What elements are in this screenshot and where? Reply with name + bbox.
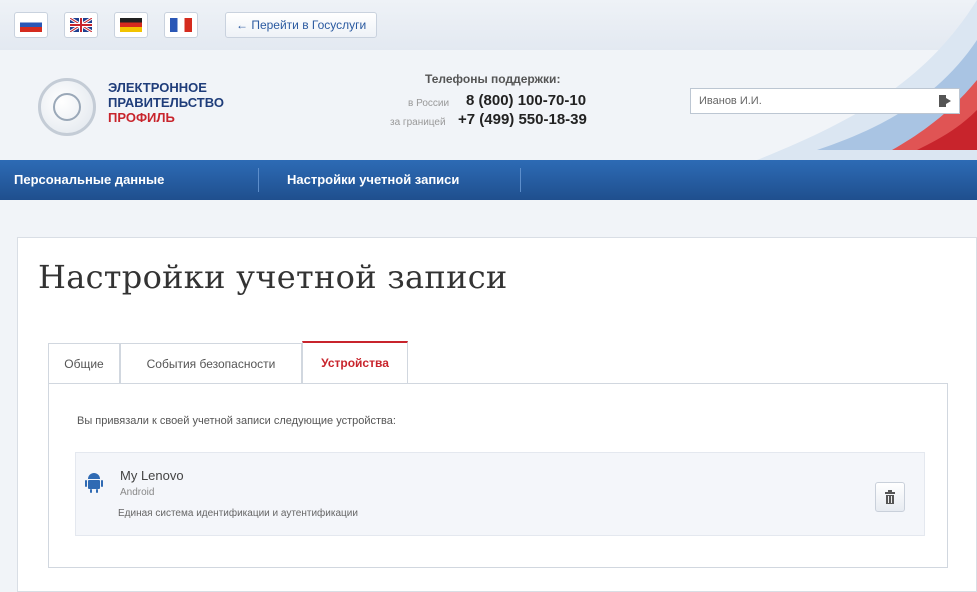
logo-line-1: ЭЛЕКТРОННОЕ: [108, 80, 207, 95]
flag-en-button[interactable]: [64, 12, 98, 38]
flag-ru-button[interactable]: [14, 12, 48, 38]
nav-item-personal-data[interactable]: Персональные данные: [14, 160, 164, 200]
support-abroad-label: за границей: [390, 117, 446, 128]
tab-devices[interactable]: Устройства: [302, 341, 408, 383]
logo-emblem: [38, 78, 96, 136]
user-menu[interactable]: Иванов И.И.: [690, 88, 960, 114]
device-list-item: [75, 452, 925, 536]
user-name: Иванов И.И.: [699, 95, 762, 107]
support-abroad-phone: +7 (499) 550-18-39: [458, 111, 587, 128]
support-title: Телефоны поддержки:: [425, 72, 561, 86]
logo-text[interactable]: ЭЛЕКТРОННОЕ ПРАВИТЕЛЬСТВО ПРОФИЛЬ: [108, 80, 224, 125]
nav-separator: [258, 168, 259, 192]
flag-fr-icon: [170, 18, 192, 32]
nav-item-account-settings[interactable]: Настройки учетной записи: [287, 160, 459, 200]
trash-icon: [885, 490, 895, 504]
page-title: Настройки учетной записи: [38, 258, 508, 296]
flag-ru-icon: [20, 18, 42, 32]
logo-line-2: ПРАВИТЕЛЬСТВО: [108, 95, 224, 110]
flag-fr-button[interactable]: [164, 12, 198, 38]
device-os: Android: [120, 487, 155, 498]
delete-device-button[interactable]: [875, 482, 905, 512]
nav-separator: [520, 168, 521, 192]
gosuslugi-link[interactable]: ← Перейти в Госуслуги: [225, 12, 378, 38]
header-swoosh: [757, 0, 977, 160]
logo-line-3: ПРОФИЛЬ: [108, 110, 175, 125]
android-icon: [85, 473, 103, 493]
main-nav: Персональные данные Настройки учетной за…: [0, 160, 977, 200]
flag-de-icon: [120, 18, 142, 32]
device-system: Единая система идентификации и аутентифи…: [118, 508, 358, 519]
support-russia-label: в России: [408, 98, 450, 109]
flag-de-button[interactable]: [114, 12, 148, 38]
support-russia-phone: 8 (800) 100-70-10: [466, 92, 587, 109]
flag-en-icon: [69, 16, 93, 34]
devices-intro-text: Вы привязали к своей учетной записи след…: [77, 415, 396, 427]
device-name: My Lenovo: [120, 468, 184, 483]
tab-security-events[interactable]: События безопасности: [120, 343, 302, 383]
tab-general[interactable]: Общие: [48, 343, 120, 383]
logout-icon[interactable]: [937, 93, 953, 109]
